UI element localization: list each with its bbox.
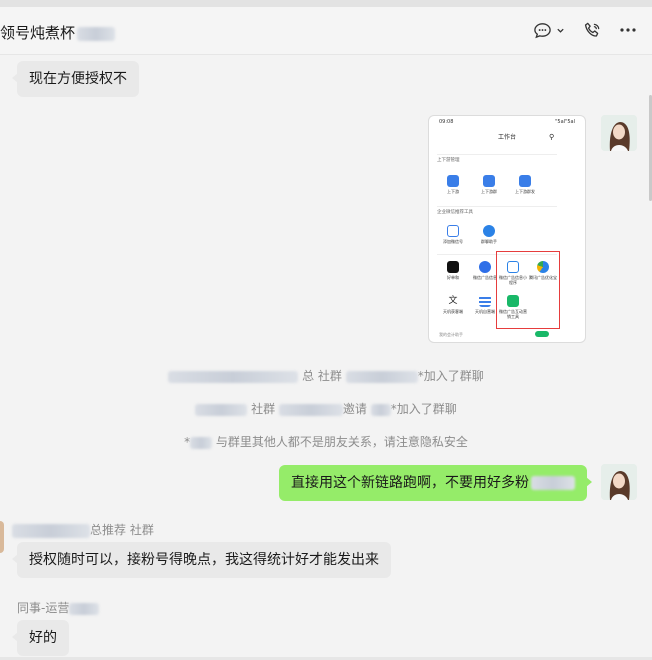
app-tile: 上下游 — [439, 175, 467, 194]
redacted-text — [370, 403, 391, 416]
search-icon: ⚲ — [549, 133, 555, 141]
sender-name-text: 总推荐 社群 — [90, 523, 154, 537]
phone-screen-title: 工作台 — [497, 134, 516, 141]
system-text: 社群 — [251, 402, 276, 416]
image-message[interactable]: 09:08 "5al"5al 工作台 ⚲ 上下游管理 上下游 上下游群 上下游群… — [428, 115, 586, 343]
app-tile: 上下游群发 — [511, 175, 539, 194]
redacted-text — [69, 602, 100, 615]
section-title: 上下游管理 — [437, 158, 460, 163]
redacted-text — [531, 476, 575, 490]
app-tile: 好单和 — [439, 261, 467, 280]
app-tile: 天机自营端 — [471, 295, 499, 314]
chevron-down-icon[interactable] — [556, 19, 565, 41]
system-text: 与群里其他人都不是朋友关系，请注意隐私安全 — [215, 435, 468, 449]
redacted-text — [345, 370, 418, 383]
status-signal: "5al"5al — [555, 119, 575, 125]
sender-name-text: 同事-运营 — [17, 601, 70, 615]
system-text: 总 社群 — [302, 369, 342, 383]
section-card: 企业微信推荐工具 添加微信号 群聊助手 — [437, 206, 557, 250]
message-bubble[interactable]: 现在方便授权不 — [12, 61, 139, 97]
system-text: *加入了群聊 — [417, 369, 484, 383]
status-time: 09:08 — [439, 119, 454, 125]
app-tile: ⽂天机获客端 — [443, 295, 463, 314]
window-top-strip — [0, 0, 652, 7]
message-bubble[interactable]: 直接用这个新链路跑啊，不要用好多粉 — [279, 465, 592, 501]
sender-name: 同事-运营 — [17, 599, 100, 616]
redacted-text — [77, 26, 116, 41]
chat-title: 领号炖煮杯 — [0, 22, 116, 43]
system-message: 总 社群 *加入了群聊 — [0, 367, 652, 384]
avatar[interactable] — [601, 115, 637, 151]
app-tile: 群聊助手 — [475, 225, 503, 244]
system-message: 社群 邀请 *加入了群聊 — [0, 400, 652, 417]
app-tile: 上下游群 — [475, 175, 503, 194]
app-tile: 添加微信号 — [439, 225, 467, 244]
footer-text: 我的会计助手 — [439, 332, 463, 337]
message-bubble[interactable]: 授权随时可以，接粉号得晚点，我这得统计好才能发出来 — [12, 542, 391, 578]
chat-bubble-icon[interactable] — [533, 19, 552, 41]
phone-status-bar: 09:08 "5al"5al — [429, 116, 585, 128]
message-text: 现在方便授权不 — [29, 71, 127, 87]
system-message: * 与群里其他人都不是朋友关系，请注意隐私安全 — [0, 433, 652, 450]
phone-call-icon[interactable] — [583, 19, 602, 41]
section-card: 上下游管理 上下游 上下游群 上下游群发 — [437, 154, 557, 202]
toggle-icon — [535, 331, 549, 337]
message-text: 好的 — [29, 630, 57, 646]
message-text: 授权随时可以，接粉号得晚点，我这得统计好才能发出来 — [29, 552, 379, 568]
app-tile: 微信广告信息 — [471, 261, 499, 280]
more-icon[interactable] — [619, 19, 637, 41]
highlight-box — [496, 251, 560, 329]
message-bubble[interactable]: 好的 — [12, 620, 69, 656]
avatar[interactable] — [0, 521, 4, 553]
redacted-text — [278, 403, 343, 416]
redacted-text — [168, 370, 299, 383]
redacted-text — [12, 523, 90, 538]
chat-title-text: 领号炖煮杯 — [0, 24, 76, 42]
message-text: 直接用这个新链路跑啊，不要用好多粉 — [291, 475, 529, 491]
section-title: 企业微信推荐工具 — [437, 210, 473, 215]
sender-name: 总推荐 社群 — [12, 521, 154, 538]
system-text: *加入了群聊 — [390, 402, 457, 416]
redacted-text — [190, 436, 213, 449]
system-text: 邀请 — [342, 402, 367, 416]
avatar[interactable] — [601, 464, 637, 500]
redacted-text — [195, 403, 248, 416]
chat-header: 领号炖煮杯 — [0, 7, 652, 55]
